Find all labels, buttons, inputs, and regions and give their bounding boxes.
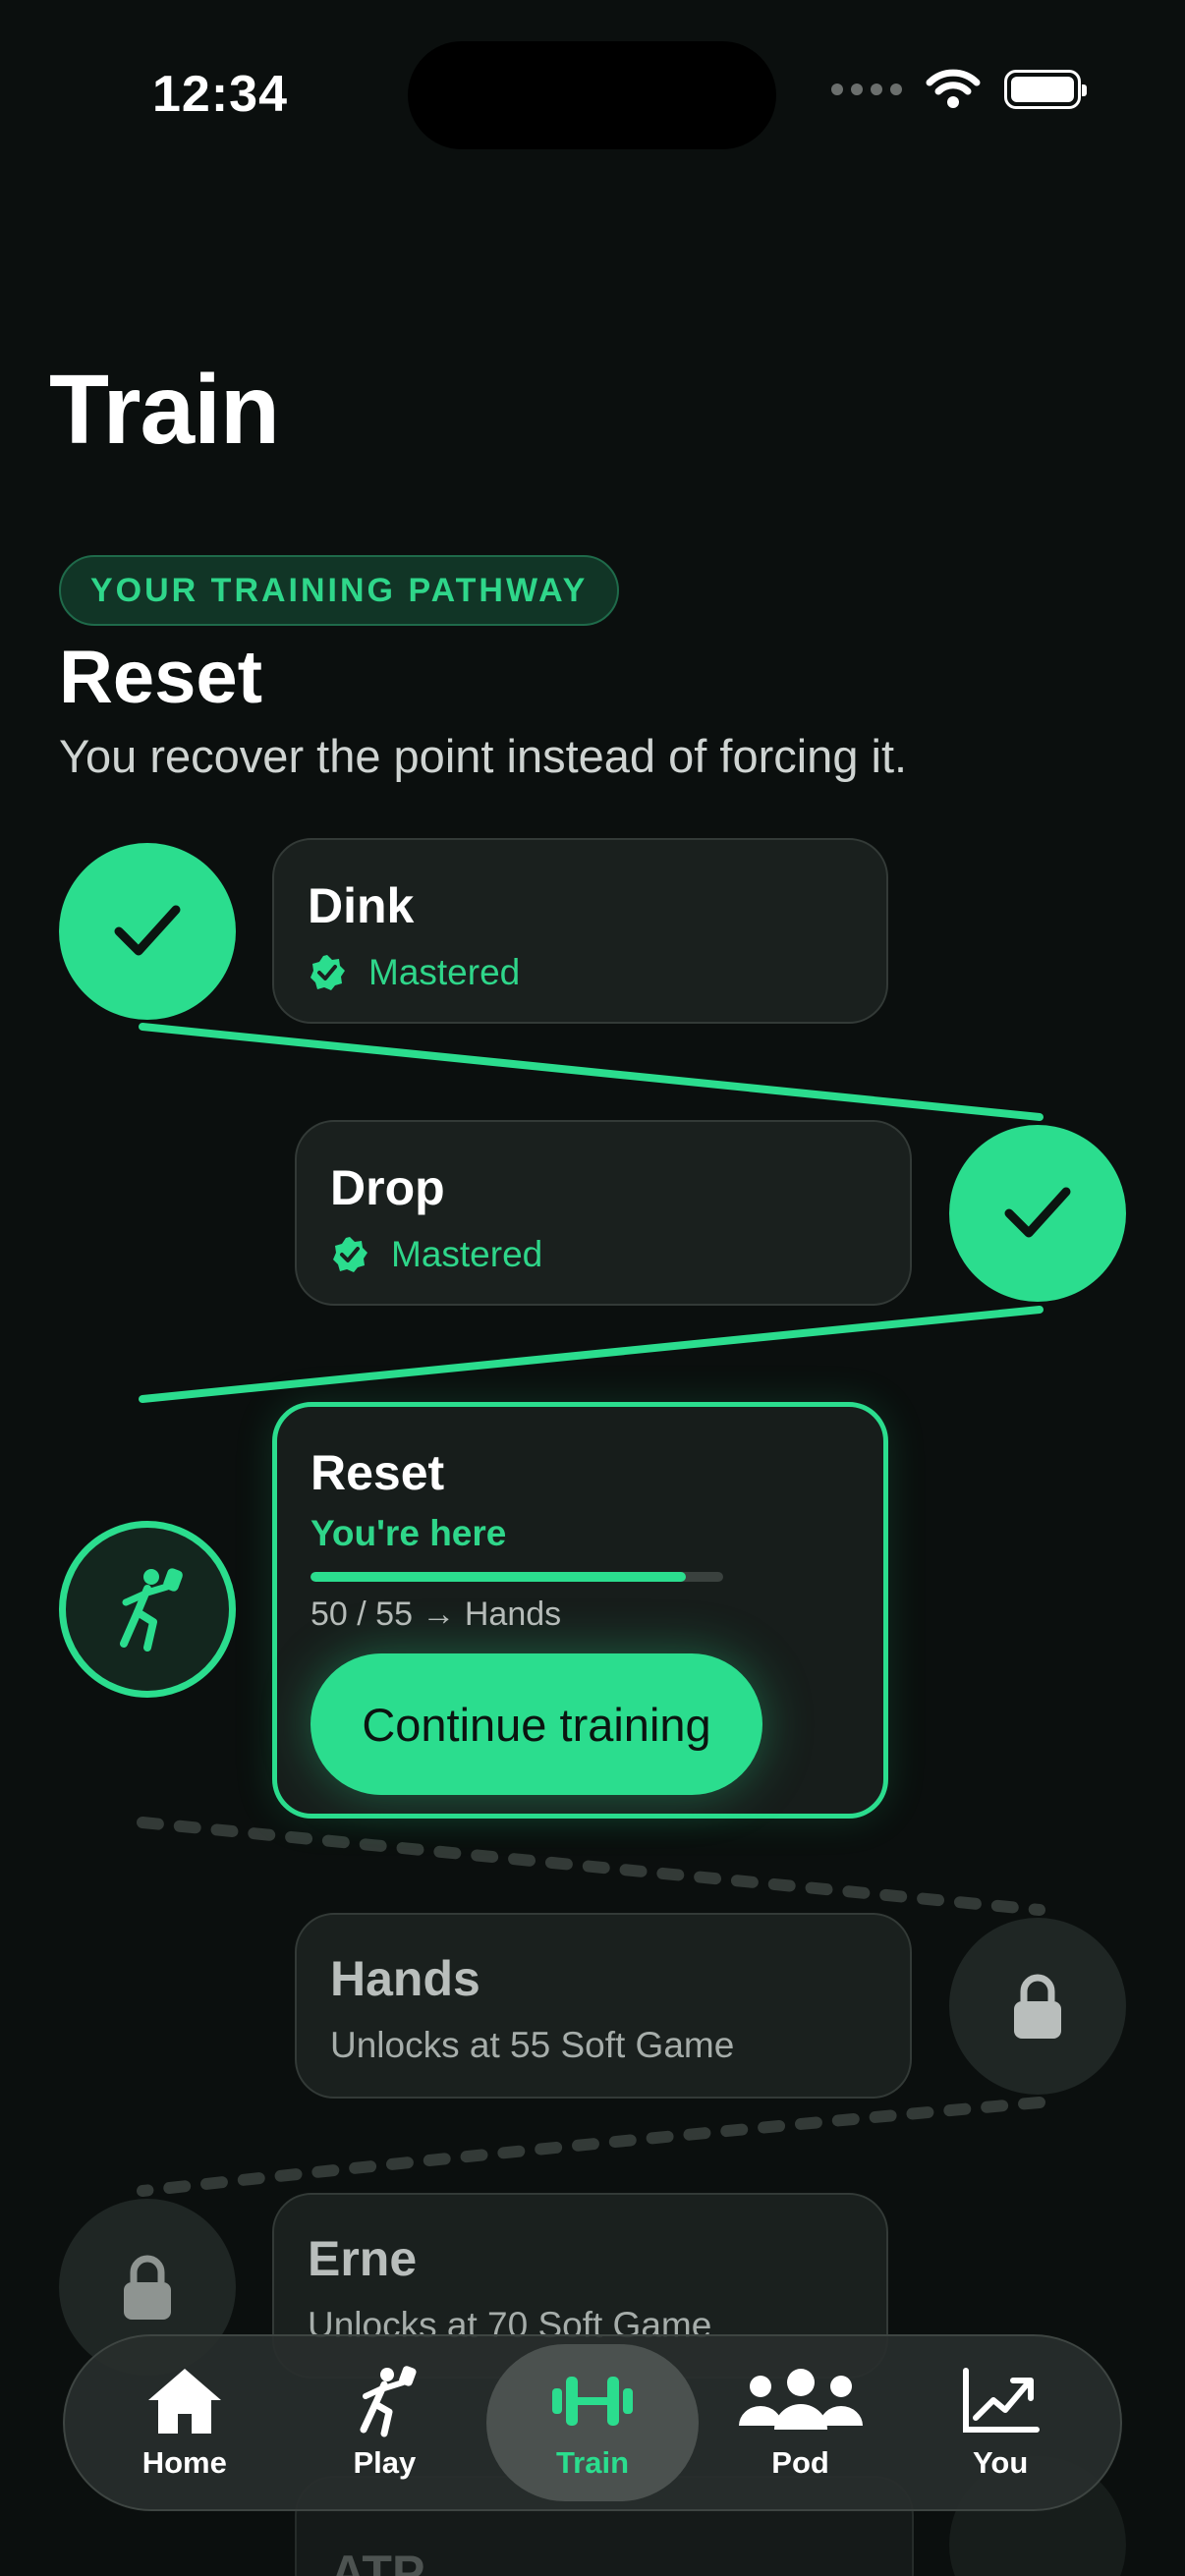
skill-card-reset[interactable]: Reset You're here 50 / 55 → Hands Contin… [272,1402,888,1819]
skill-node-dink[interactable] [59,843,236,1020]
tab-play[interactable]: Play [286,2344,482,2501]
skill-card-dink[interactable]: Dink Mastered [272,838,888,1024]
skill-node-hands[interactable] [949,1918,1126,2095]
tab-label: You [973,2445,1029,2480]
verified-badge-icon [310,955,345,990]
group-icon [738,2369,863,2430]
skill-status: Mastered [330,1234,876,1275]
tab-bar: Home Play Train Pod You [63,2334,1122,2511]
status-text: Mastered [391,1234,543,1274]
continue-training-button[interactable]: Continue training [310,1653,762,1795]
player-icon [360,2366,417,2437]
dumbbell-icon [551,2377,633,2426]
skill-title: Erne [308,2231,418,2286]
skill-progress-bar [310,1572,723,1582]
skill-node-drop[interactable] [949,1125,1126,1302]
skill-title: Reset [310,1445,445,1500]
tab-label: Play [353,2445,417,2480]
skill-title: Dink [308,878,415,933]
trend-chart-icon [963,2368,1041,2433]
checkmark-icon [114,905,181,956]
skill-card-drop[interactable]: Drop Mastered [295,1120,912,1306]
current-position-label: You're here [310,1513,507,1553]
tab-label: Home [141,2445,227,2480]
tab-train[interactable]: Train [485,2344,699,2501]
verified-badge-icon [333,1237,367,1272]
tab-pod[interactable]: Pod [703,2344,899,2501]
lock-icon [124,2255,171,2320]
unlock-requirement: Unlocks at 55 Soft Game [330,2025,735,2065]
skill-progress-fill [310,1572,686,1582]
lock-icon [1014,1974,1061,2039]
skill-title: Hands [330,1951,480,2006]
checkmark-icon [1004,1187,1071,1238]
skill-card-hands[interactable]: Hands Unlocks at 55 Soft Game [295,1913,912,2099]
tab-home[interactable]: Home [86,2344,283,2501]
skill-progress-text: 50 / 55 → Hands [310,1596,562,1633]
skill-node-reset[interactable] [59,1521,236,1698]
skill-status: Mastered [308,952,853,993]
status-text: Mastered [368,952,521,992]
tab-label: Pod [771,2445,829,2480]
skill-title: Drop [330,1160,445,1215]
player-icon [120,1568,183,1652]
tab-label: Train [555,2445,630,2480]
tab-you[interactable]: You [902,2344,1099,2501]
skill-title: ATP [330,2546,425,2576]
home-icon [147,2369,221,2434]
